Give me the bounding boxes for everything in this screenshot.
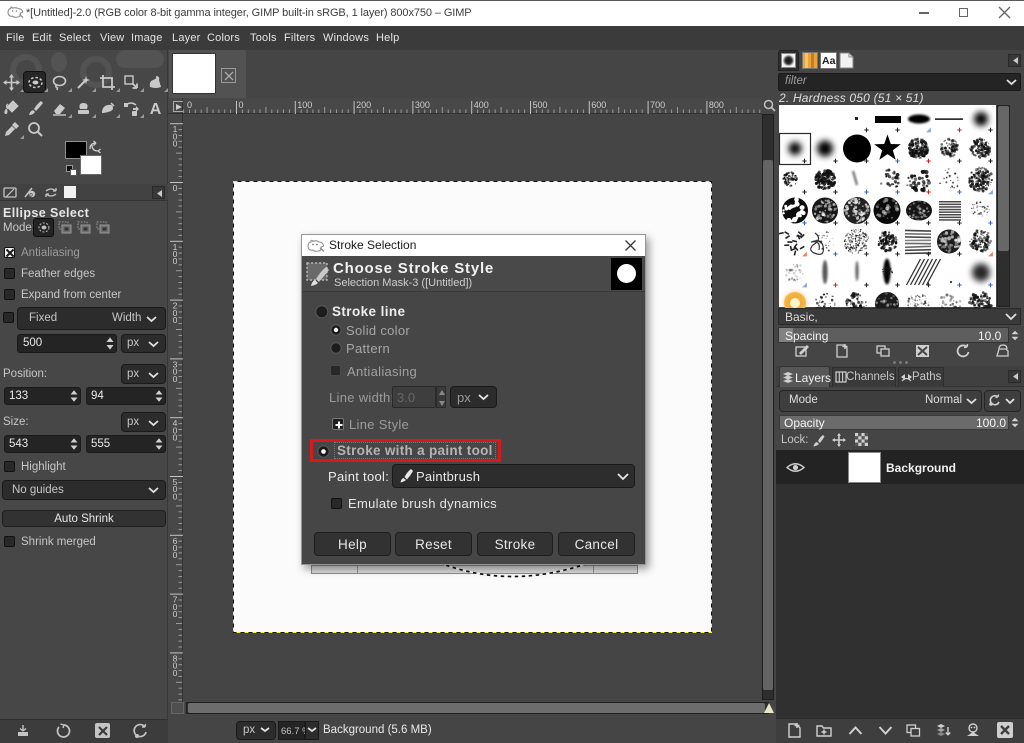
svg-text:A: A	[150, 101, 162, 118]
svg-text:0: 0	[173, 374, 178, 384]
svg-text:0: 0	[173, 550, 178, 560]
svg-text:700: 700	[650, 100, 665, 110]
svg-text:0: 0	[187, 100, 192, 110]
svg-text:0: 0	[173, 139, 178, 149]
svg-text:600: 600	[591, 100, 606, 110]
svg-text:0: 0	[173, 491, 178, 501]
svg-text:0: 0	[173, 256, 178, 266]
svg-text:0: 0	[173, 433, 178, 443]
svg-text:0: 0	[239, 100, 244, 110]
svg-text:200: 200	[356, 100, 371, 110]
svg-text:400: 400	[474, 100, 489, 110]
svg-text:0: 0	[173, 668, 178, 678]
svg-text:500: 500	[533, 100, 548, 110]
svg-text:0: 0	[173, 183, 178, 193]
svg-text:800: 800	[709, 100, 724, 110]
svg-text:0: 0	[173, 609, 178, 619]
svg-text:300: 300	[415, 100, 430, 110]
svg-text:0: 0	[173, 315, 178, 325]
svg-text:100: 100	[297, 100, 312, 110]
